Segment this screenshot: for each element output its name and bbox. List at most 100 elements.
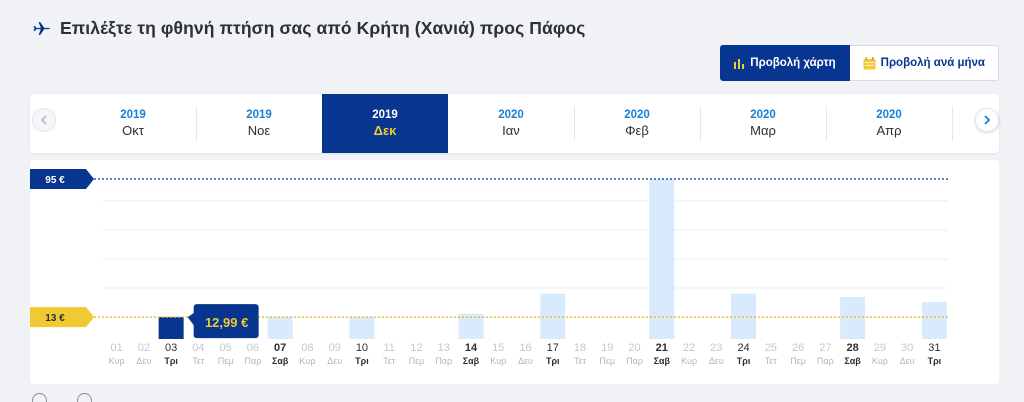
month-name: Οκτ <box>122 122 144 138</box>
weekday-label: Τρι <box>546 356 560 366</box>
legend-item <box>77 393 92 402</box>
day-number-label: 25 <box>765 342 777 354</box>
price-bar-17[interactable] <box>540 293 566 339</box>
max-price-label: 95 € <box>45 175 65 186</box>
month-tab-oct[interactable]: 2019 Οκτ <box>70 94 196 153</box>
previous-month-button[interactable] <box>32 108 56 132</box>
day-number-label: 23 <box>710 342 722 354</box>
price-bar-24[interactable] <box>731 293 757 339</box>
weekday-label: Σαβ <box>272 356 289 366</box>
price-bar-03[interactable] <box>158 317 184 339</box>
month-name: Φεβ <box>625 122 649 138</box>
view-toggle: Προβολή χάρτη Προβολή ανά μήνα <box>720 45 999 81</box>
day-number-label: 24 <box>737 342 749 354</box>
weekday-label: Παρ <box>817 356 834 366</box>
bar-chart-icon <box>734 58 745 69</box>
min-price-label: 13 € <box>45 313 65 324</box>
day-number-label: 07 <box>274 342 286 354</box>
month-view-button[interactable]: Προβολή ανά μήνα <box>849 45 999 81</box>
price-bar-28[interactable] <box>840 296 866 339</box>
weekday-label: Παρ <box>626 356 643 366</box>
legend-item <box>32 393 47 402</box>
day-number-label: 15 <box>492 342 504 354</box>
month-tab-dec[interactable]: 2019 Δεκ <box>322 94 448 153</box>
month-year: 2020 <box>624 108 650 121</box>
weekday-label: Πεμ <box>790 356 806 366</box>
month-year: 2020 <box>750 108 776 121</box>
weekday-label: Παρ <box>245 356 262 366</box>
weekday-label: Τετ <box>574 356 587 366</box>
chevron-right-icon <box>984 115 991 125</box>
page-header: Επιλέξτε τη φθηνή πτήση σας από Κρήτη (Χ… <box>32 16 585 40</box>
day-number-label: 14 <box>465 342 478 354</box>
month-tab-mar[interactable]: 2020 Μαρ <box>700 94 826 153</box>
day-number-label: 03 <box>165 342 177 354</box>
day-number-label: 26 <box>792 342 804 354</box>
weekday-label: Σαβ <box>654 356 671 366</box>
day-number-label: 02 <box>138 342 150 354</box>
weekday-label: Κυρ <box>299 356 315 366</box>
price-bar-31[interactable] <box>921 301 947 339</box>
weekday-label: Τετ <box>192 356 205 366</box>
day-number-label: 31 <box>928 342 940 354</box>
price-chart-svg: 95 € 13 € 12,99 € 01 Κυρ 02 Δευ 03 Τρι 04 Τετ 05 Πεμ… <box>30 169 948 366</box>
weekday-label: Τρι <box>737 356 751 366</box>
day-number-label: 05 <box>220 342 232 354</box>
month-tab-jan[interactable]: 2020 Ιαν <box>448 94 574 153</box>
month-name: Νοε <box>247 122 271 138</box>
weekday-label: Τετ <box>765 356 778 366</box>
weekday-label: Πεμ <box>409 356 425 366</box>
weekday-label: Δευ <box>327 356 342 366</box>
day-number-label: 19 <box>601 342 613 354</box>
weekday-label: Δευ <box>900 356 915 366</box>
weekday-label: Τρι <box>355 356 369 366</box>
weekday-label: Δευ <box>136 356 151 366</box>
weekday-label: Τρι <box>928 356 942 366</box>
weekday-label: Κυρ <box>490 356 506 366</box>
month-divider <box>952 106 953 141</box>
month-tab-nov[interactable]: 2019 Νοε <box>196 94 322 153</box>
day-number-label: 30 <box>901 342 913 354</box>
month-selector: 2019 Οκτ 2019 Νοε 2019 Δεκ 2020 Ιαν 2020… <box>30 94 999 153</box>
plane-icon <box>33 21 50 35</box>
day-number-label: 20 <box>628 342 640 354</box>
day-number-label: 09 <box>329 342 341 354</box>
day-number-label: 28 <box>846 342 858 354</box>
day-number-label: 04 <box>192 342 204 354</box>
weekday-label: Πεμ <box>599 356 615 366</box>
weekday-label: Τρι <box>164 356 178 366</box>
month-year: 2019 <box>120 108 146 121</box>
day-number-label: 27 <box>819 342 831 354</box>
month-year: 2019 <box>246 108 272 121</box>
weekday-label: Πεμ <box>218 356 234 366</box>
month-tab-feb[interactable]: 2020 Φεβ <box>574 94 700 153</box>
price-chart: 95 € 13 € 12,99 € 01 Κυρ 02 Δευ 03 Τρι 04 Τετ 05 Πεμ… <box>30 160 999 384</box>
day-number-label: 08 <box>301 342 313 354</box>
day-number-label: 06 <box>247 342 259 354</box>
day-number-label: 29 <box>874 342 886 354</box>
weekday-label: Τετ <box>383 356 396 366</box>
weekday-label: Κυρ <box>109 356 125 366</box>
month-name: Μαρ <box>750 122 776 138</box>
day-number-label: 16 <box>519 342 531 354</box>
day-number-label: 12 <box>410 342 422 354</box>
day-number-label: 22 <box>683 342 695 354</box>
weekday-label: Σαβ <box>844 356 861 366</box>
chart-view-button[interactable]: Προβολή χάρτη <box>720 45 850 81</box>
chart-legend <box>32 393 92 402</box>
weekday-label: Σαβ <box>463 356 480 366</box>
chart-view-label: Προβολή χάρτη <box>750 57 836 69</box>
price-bar-07[interactable] <box>267 317 293 339</box>
calendar-icon <box>863 56 876 69</box>
weekday-label: Δευ <box>518 356 533 366</box>
month-year: 2019 <box>372 108 398 121</box>
month-tab-apr[interactable]: 2020 Απρ <box>826 94 952 153</box>
price-bar-21[interactable] <box>649 179 675 339</box>
price-bar-10[interactable] <box>349 317 375 339</box>
next-month-button[interactable] <box>975 108 999 132</box>
day-number-label: 01 <box>111 342 123 354</box>
price-tooltip-label: 12,99 € <box>205 315 248 330</box>
legend-circle-icon <box>77 393 92 402</box>
day-number-label: 11 <box>383 342 394 354</box>
day-number-label: 18 <box>574 342 586 354</box>
